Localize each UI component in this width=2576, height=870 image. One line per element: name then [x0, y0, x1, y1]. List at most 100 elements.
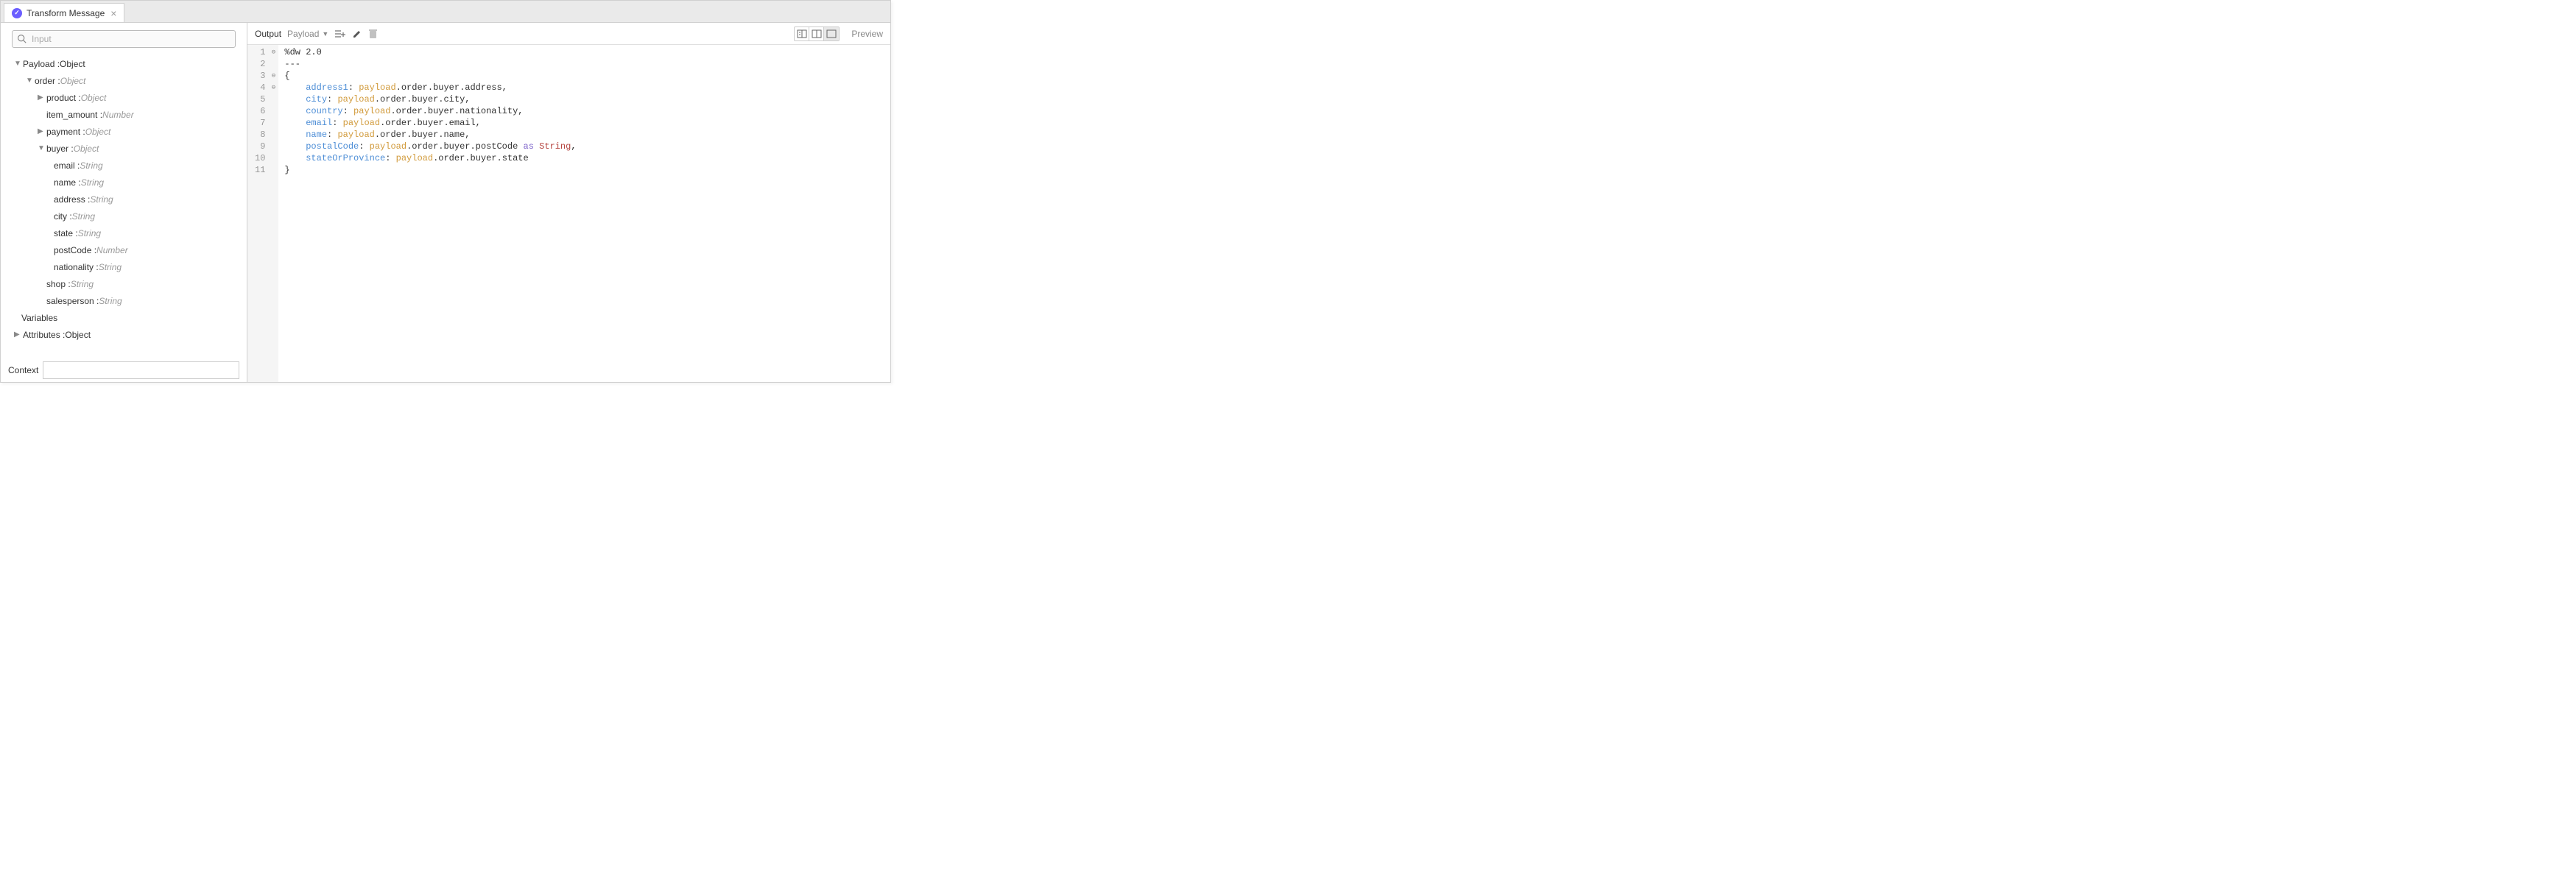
chevron-down-icon: ▼ — [38, 144, 45, 152]
tree-node-payload[interactable]: ▼ Payload : Object — [8, 55, 239, 72]
add-transform-icon[interactable] — [334, 29, 346, 39]
tree-label: product : — [46, 93, 81, 103]
tab-bar: Transform Message × — [1, 1, 890, 23]
tab-transform-message[interactable]: Transform Message × — [4, 3, 124, 22]
search-input[interactable] — [12, 30, 236, 48]
line-number: 4 — [255, 82, 265, 93]
code-line: } — [284, 164, 576, 176]
tree-node-attributes[interactable]: ▶ Attributes : Object — [8, 326, 239, 343]
tree-node-name[interactable]: name : String — [8, 174, 239, 191]
fold-icon[interactable]: ⊖ — [268, 46, 278, 58]
main-area: ▼ Payload : Object ▼ order : Object ▶ pr… — [1, 23, 890, 382]
tree-type: String — [90, 194, 113, 205]
tree-type: Object — [81, 93, 107, 103]
chevron-right-icon: ▶ — [38, 127, 45, 135]
payload-dropdown-label: Payload — [287, 29, 319, 39]
tree-node-email[interactable]: email : String — [8, 157, 239, 174]
tree-node-item-amount[interactable]: item_amount : Number — [8, 106, 239, 123]
line-number: 6 — [255, 105, 265, 117]
trash-icon[interactable] — [368, 29, 378, 39]
chevron-right-icon: ▶ — [14, 330, 21, 339]
tab-title: Transform Message — [27, 8, 105, 18]
context-input[interactable] — [43, 361, 239, 379]
fold-icon[interactable]: ⊖ — [268, 82, 278, 93]
tree-label: order : — [35, 76, 60, 86]
edit-icon[interactable] — [352, 29, 362, 39]
tree-type: String — [72, 211, 95, 222]
tree-label: state : — [54, 228, 78, 238]
line-number: 7 — [255, 117, 265, 129]
input-panel: ▼ Payload : Object ▼ order : Object ▶ pr… — [1, 23, 247, 382]
chevron-right-icon: ▶ — [38, 93, 45, 102]
chevron-down-icon: ▼ — [322, 30, 328, 38]
line-number: 3 — [255, 70, 265, 82]
tree-node-shop[interactable]: shop : String — [8, 275, 239, 292]
tree-label: address : — [54, 194, 90, 205]
tree-type: String — [80, 160, 102, 171]
tree-label: item_amount : — [46, 110, 102, 120]
code-line: postalCode: payload.order.buyer.postCode… — [284, 141, 576, 152]
line-number: 10 — [255, 152, 265, 164]
view-split-button[interactable] — [809, 27, 824, 40]
tree-node-product[interactable]: ▶ product : Object — [8, 89, 239, 106]
output-toolbar: Output Payload ▼ — [247, 23, 890, 45]
tree-node-city[interactable]: city : String — [8, 208, 239, 224]
tree-label: salesperson : — [46, 296, 99, 306]
code-line: city: payload.order.buyer.city, — [284, 93, 576, 105]
close-icon[interactable]: × — [110, 7, 116, 19]
metadata-tree: ▼ Payload : Object ▼ order : Object ▶ pr… — [1, 55, 247, 358]
code-line: address1: payload.order.buyer.address, — [284, 82, 576, 93]
view-toggle — [794, 26, 840, 41]
code-content[interactable]: %dw 2.0---{ address1: payload.order.buye… — [278, 45, 582, 382]
tree-label: Payload : — [23, 59, 60, 69]
tree-label: postCode : — [54, 245, 96, 255]
code-line: email: payload.order.buyer.email, — [284, 117, 576, 129]
search-box — [12, 30, 236, 48]
tree-label: city : — [54, 211, 72, 222]
tree-label: Variables — [21, 313, 57, 323]
tree-type: Object — [65, 330, 91, 340]
tree-node-variables[interactable]: Variables — [8, 309, 239, 326]
tree-node-payment[interactable]: ▶ payment : Object — [8, 123, 239, 140]
view-source-button[interactable] — [824, 27, 839, 40]
tree-type: String — [78, 228, 101, 238]
payload-dropdown[interactable]: Payload ▼ — [287, 29, 328, 39]
tree-label: shop : — [46, 279, 71, 289]
line-gutter: 1 2 3 4 5 6 7 8 9 10 11 — [247, 45, 268, 382]
tree-node-salesperson[interactable]: salesperson : String — [8, 292, 239, 309]
chevron-down-icon: ▼ — [26, 77, 33, 85]
tree-label: nationality : — [54, 262, 99, 272]
line-number: 5 — [255, 93, 265, 105]
tree-type: Number — [102, 110, 134, 120]
line-number: 11 — [255, 164, 265, 176]
tree-node-postcode[interactable]: postCode : Number — [8, 241, 239, 258]
tree-type: Object — [74, 144, 99, 154]
code-line: %dw 2.0 — [284, 46, 576, 58]
fold-icon[interactable]: ⊖ — [268, 70, 278, 82]
line-number: 9 — [255, 141, 265, 152]
tree-node-state[interactable]: state : String — [8, 224, 239, 241]
tree-label: Attributes : — [23, 330, 65, 340]
tree-node-buyer[interactable]: ▼ buyer : Object — [8, 140, 239, 157]
tree-node-nationality[interactable]: nationality : String — [8, 258, 239, 275]
tree-type: Object — [85, 127, 111, 137]
code-editor[interactable]: 1 2 3 4 5 6 7 8 9 10 11 ⊖ ⊖ ⊖ — [247, 45, 890, 382]
chevron-down-icon: ▼ — [14, 60, 21, 68]
output-panel: Output Payload ▼ — [247, 23, 890, 382]
tree-type: Object — [60, 76, 86, 86]
context-row: Context — [1, 358, 247, 382]
tree-label: payment : — [46, 127, 85, 137]
tree-node-address[interactable]: address : String — [8, 191, 239, 208]
line-number: 2 — [255, 58, 265, 70]
preview-button[interactable]: Preview — [851, 29, 883, 39]
tree-label: name : — [54, 177, 81, 188]
tree-label: email : — [54, 160, 80, 171]
code-line: country: payload.order.buyer.nationality… — [284, 105, 576, 117]
search-icon — [17, 34, 27, 43]
tree-label: buyer : — [46, 144, 74, 154]
view-tree-button[interactable] — [795, 27, 809, 40]
code-line: stateOrProvince: payload.order.buyer.sta… — [284, 152, 576, 164]
code-line: name: payload.order.buyer.name, — [284, 129, 576, 141]
context-label: Context — [8, 365, 38, 375]
tree-node-order[interactable]: ▼ order : Object — [8, 72, 239, 89]
